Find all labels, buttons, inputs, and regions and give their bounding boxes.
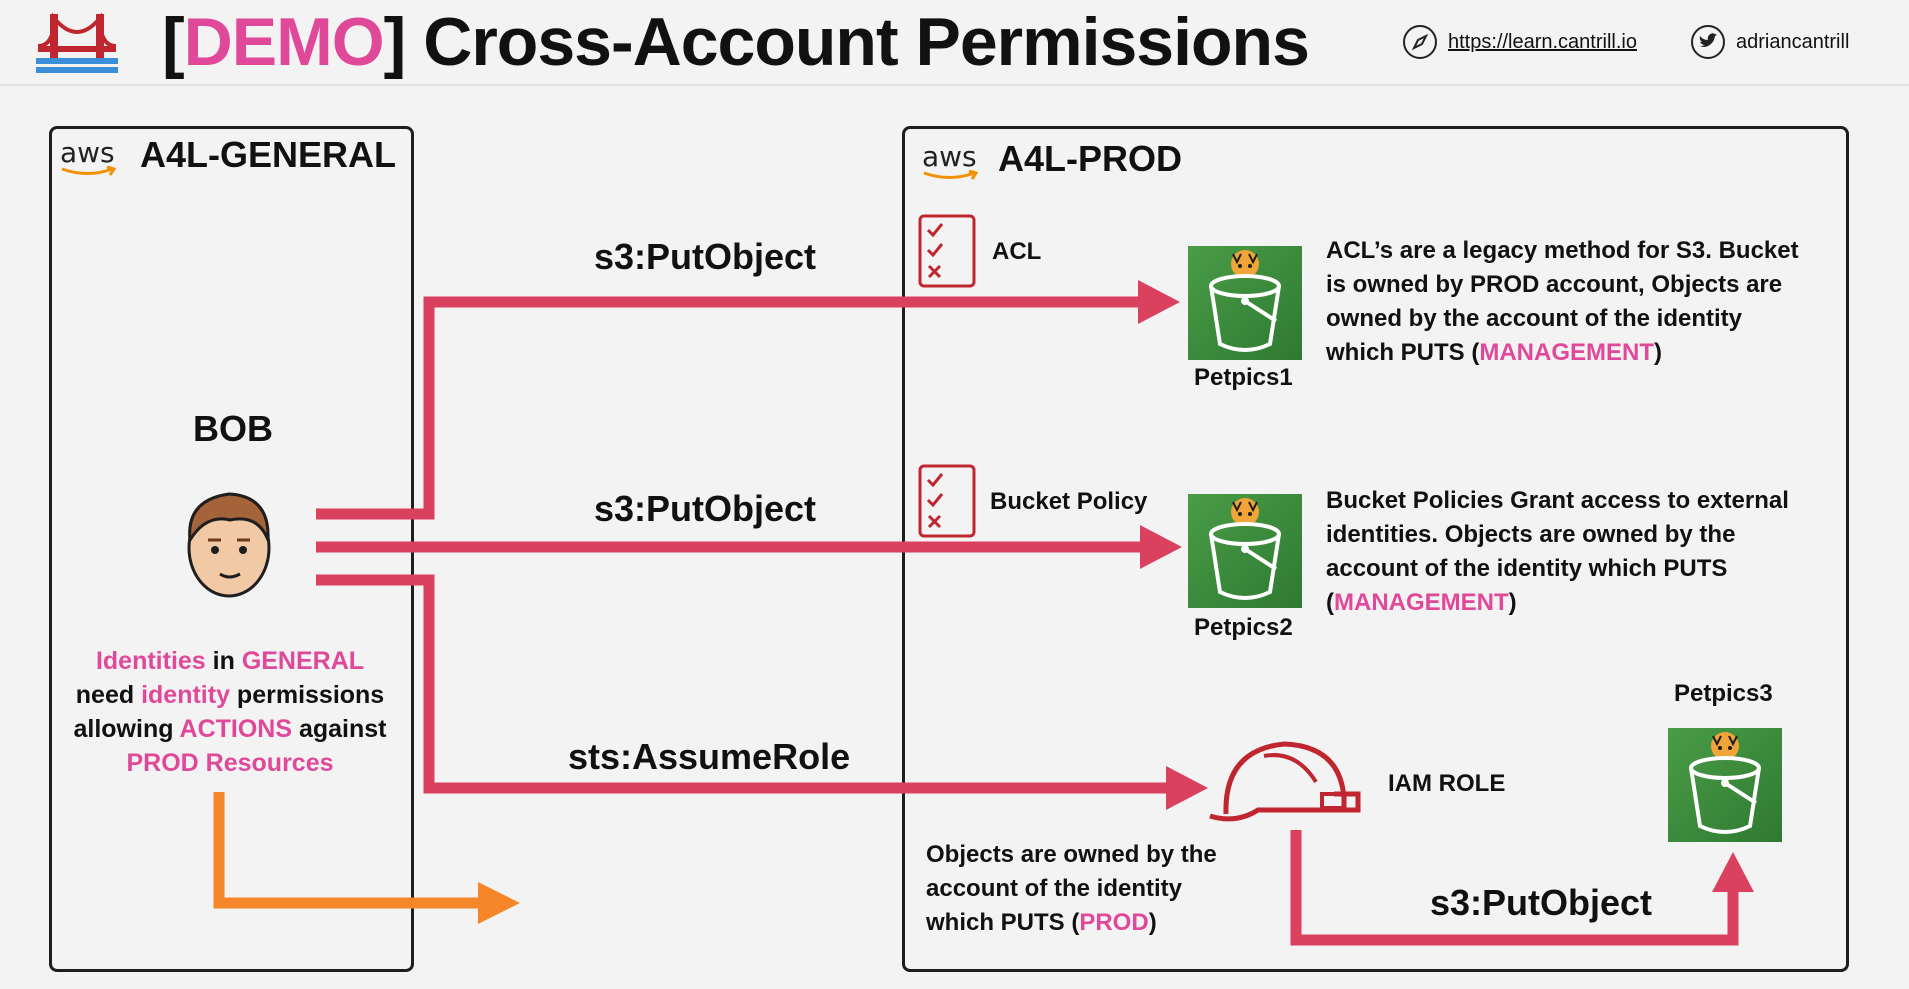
s3-bucket-icon — [1188, 494, 1302, 608]
acl-arrow — [316, 296, 1142, 520]
orange-arrowhead — [478, 882, 520, 924]
bucket-name-petpics1: Petpics1 — [1194, 364, 1293, 391]
assume-role-action-label: sts:AssumeRole — [568, 736, 851, 777]
bucket-policy-label: Bucket Policy — [990, 488, 1148, 515]
orange-arrow — [213, 792, 484, 909]
acl-action-label: s3:PutObject — [594, 236, 817, 277]
s3-bucket-icon — [1668, 728, 1782, 842]
acl-label: ACL — [992, 238, 1042, 265]
checklist-icon — [918, 214, 976, 288]
iam-role-label: IAM ROLE — [1388, 770, 1506, 797]
iam-role-description: Objects are owned by the account of the … — [926, 841, 1217, 936]
assume-role-arrowhead — [1166, 766, 1208, 810]
user-avatar-icon — [184, 488, 274, 611]
hard-hat-icon — [1209, 741, 1361, 822]
bucket-name-petpics3: Petpics3 — [1674, 680, 1773, 707]
checklist-icon — [918, 464, 976, 538]
bob-label: BOB — [193, 408, 273, 449]
bucket-name-petpics2: Petpics2 — [1194, 614, 1293, 641]
bucket-policy-action-label: s3:PutObject — [594, 488, 817, 529]
role-put-action-label: s3:PutObject — [1430, 882, 1653, 923]
s3-bucket-icon — [1188, 246, 1302, 360]
acl-description: ACL’s are a legacy method for S3. Bucket… — [1326, 237, 1799, 366]
role-put-arrowhead — [1712, 852, 1754, 892]
bob-description: Identities in GENERAL need identity perm… — [73, 647, 387, 777]
bucket-policy-arrowhead — [1140, 525, 1182, 569]
acl-arrowhead — [1138, 280, 1180, 324]
bucket-policy-description: Bucket Policies Grant access to external… — [1326, 487, 1789, 616]
